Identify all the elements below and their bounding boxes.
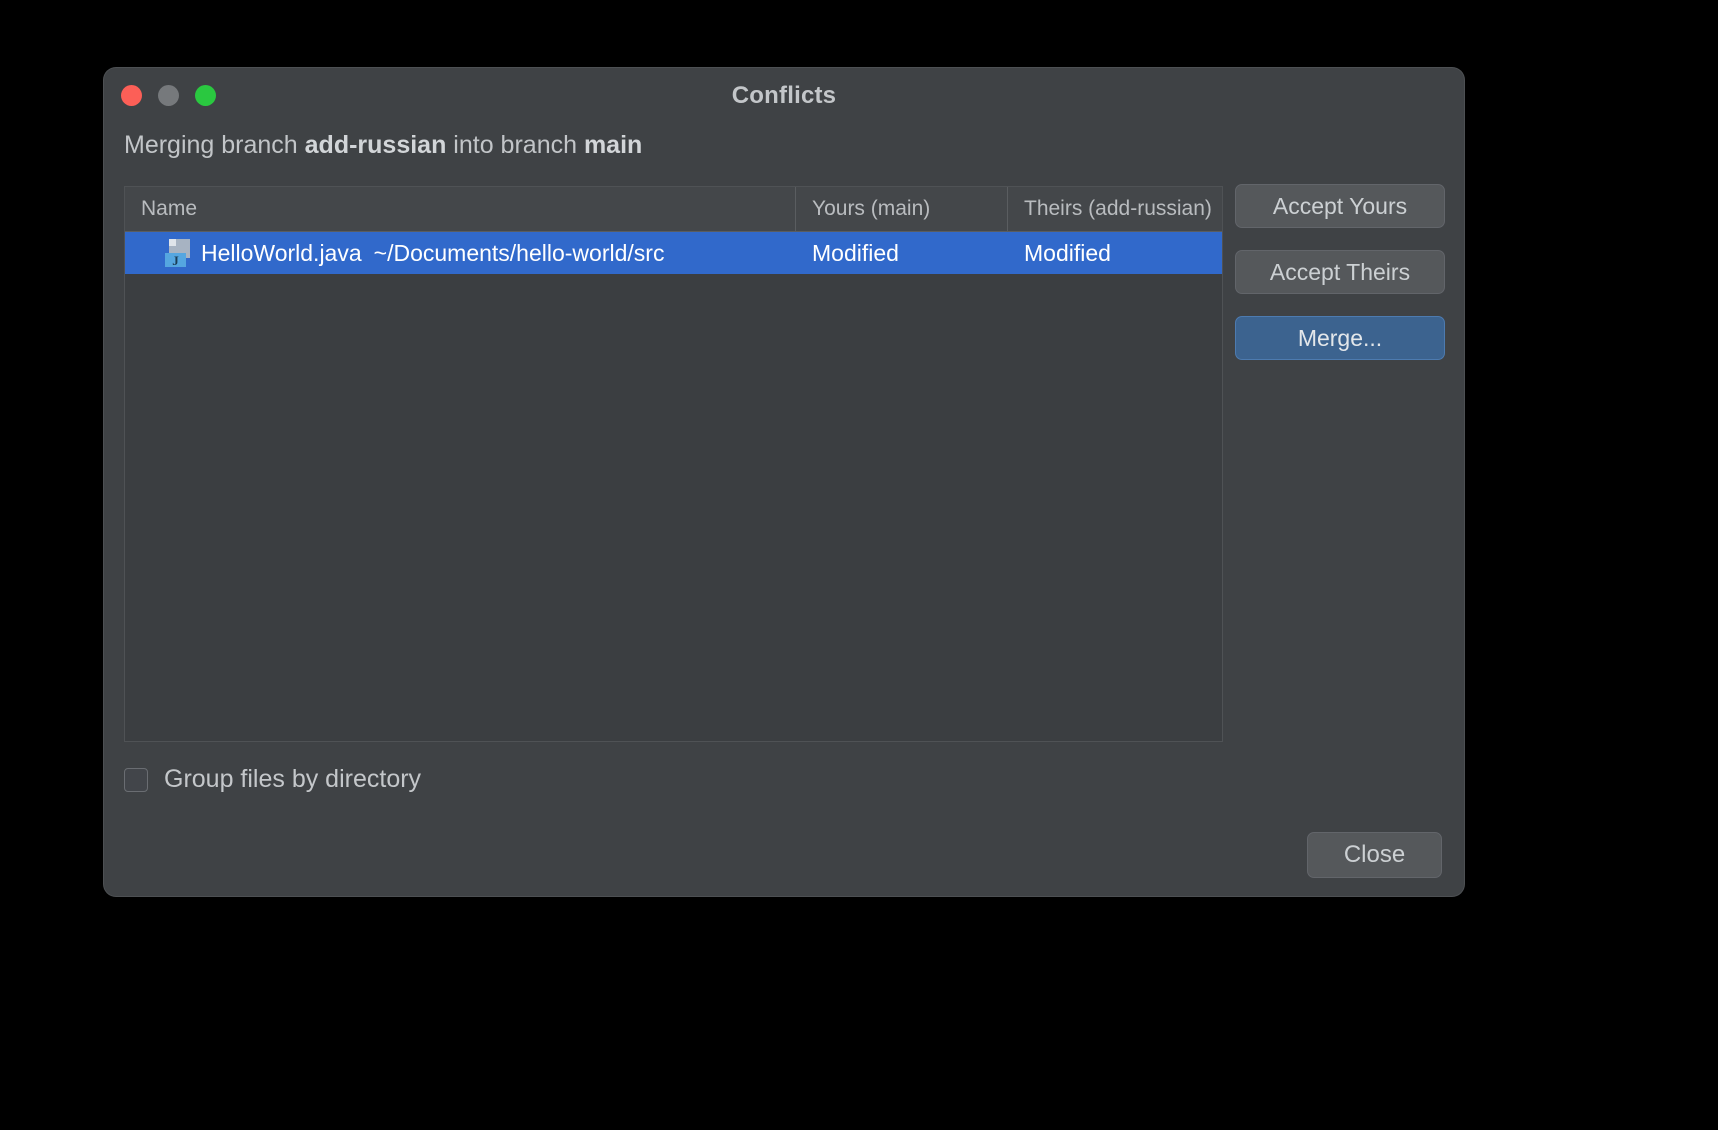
- group-files-label: Group files by directory: [164, 765, 422, 793]
- accept-yours-button[interactable]: Accept Yours: [1235, 184, 1445, 228]
- group-files-checkbox[interactable]: [124, 767, 148, 792]
- conflicts-table: Name Yours (main) Theirs (add-russian) J…: [124, 186, 1223, 742]
- target-branch-name: main: [583, 131, 643, 159]
- conflicts-dialog: Conflicts Merging branch add-russian int…: [104, 68, 1464, 896]
- table-row[interactable]: J HelloWorld.java ~/Documents/hello-worl…: [125, 232, 1222, 274]
- table-cell-yours: Modified: [812, 239, 899, 266]
- close-button[interactable]: Close: [1307, 832, 1442, 878]
- file-path: ~/Documents/hello-world/src: [373, 239, 665, 266]
- accept-theirs-button[interactable]: Accept Theirs: [1235, 250, 1445, 294]
- file-name: HelloWorld.java: [201, 239, 362, 266]
- table-cell-name: J HelloWorld.java ~/Documents/hello-worl…: [125, 232, 796, 274]
- table-header-row: Name Yours (main) Theirs (add-russian): [125, 187, 1222, 232]
- column-header-name[interactable]: Name: [125, 187, 796, 231]
- column-header-yours[interactable]: Yours (main): [796, 187, 1008, 231]
- window-title: Conflicts: [731, 82, 837, 109]
- java-file-icon-badge: J: [165, 253, 186, 267]
- group-files-by-directory-row[interactable]: Group files by directory: [124, 765, 421, 794]
- merge-button[interactable]: Merge...: [1235, 316, 1445, 360]
- merge-description-middle: into branch: [446, 131, 584, 159]
- java-file-icon: J: [165, 239, 191, 267]
- merge-description: Merging branch add-russian into branch m…: [124, 131, 642, 160]
- table-body: J HelloWorld.java ~/Documents/hello-worl…: [125, 232, 1222, 274]
- window-titlebar: Conflicts: [104, 68, 1464, 124]
- table-cell-theirs: Modified: [1024, 239, 1111, 266]
- conflict-action-buttons: Accept Yours Accept Theirs Merge...: [1235, 184, 1445, 382]
- column-header-theirs[interactable]: Theirs (add-russian): [1008, 187, 1222, 231]
- source-branch-name: add-russian: [304, 131, 447, 159]
- merge-description-prefix: Merging branch: [124, 131, 305, 159]
